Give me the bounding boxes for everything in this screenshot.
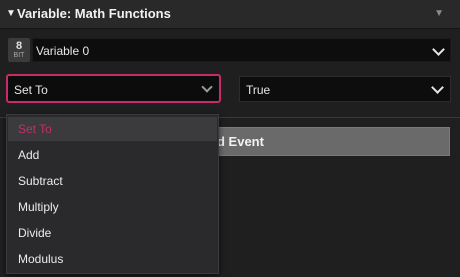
option-label: Add (18, 148, 40, 162)
bit-type-badge: 8 BIT (8, 38, 30, 62)
bit-number: 8 (15, 40, 23, 52)
operation-select[interactable]: Set To (6, 74, 221, 103)
panel-header[interactable]: ▼ Variable: Math Functions ▼ (0, 0, 460, 29)
variable-select-value: Variable 0 (36, 44, 90, 58)
event-button-label: d Event (217, 134, 264, 149)
dropdown-option-multiply[interactable]: Multiply (8, 195, 217, 219)
option-label: Multiply (18, 200, 59, 214)
dropdown-option-add[interactable]: Add (8, 143, 217, 167)
expand-triangle-icon[interactable]: ▼ (6, 8, 16, 20)
chevron-down-icon (201, 81, 213, 93)
bit-label: BIT (13, 52, 25, 59)
dropdown-option-set-to[interactable]: Set To (8, 117, 217, 141)
value-select-value: True (246, 83, 271, 97)
dropdown-option-modulus[interactable]: Modulus (8, 247, 217, 271)
operation-dropdown-menu: Set To Add Subtract Multiply Divide Modu… (6, 114, 219, 274)
value-select[interactable]: True (239, 76, 451, 102)
dropdown-option-divide[interactable]: Divide (8, 221, 217, 245)
option-label: Set To (18, 122, 52, 136)
event-button[interactable]: d Event (210, 127, 450, 156)
variable-select[interactable]: Variable 0 (32, 38, 451, 62)
chevron-down-icon (431, 81, 444, 94)
panel-title: Variable: Math Functions (17, 6, 171, 21)
collapse-triangle-icon[interactable]: ▼ (434, 8, 444, 20)
operation-select-value: Set To (14, 83, 48, 97)
option-label: Modulus (18, 252, 64, 266)
option-label: Divide (18, 226, 52, 240)
option-label: Subtract (18, 174, 63, 188)
dropdown-option-subtract[interactable]: Subtract (8, 169, 217, 193)
chevron-down-icon (432, 43, 445, 56)
